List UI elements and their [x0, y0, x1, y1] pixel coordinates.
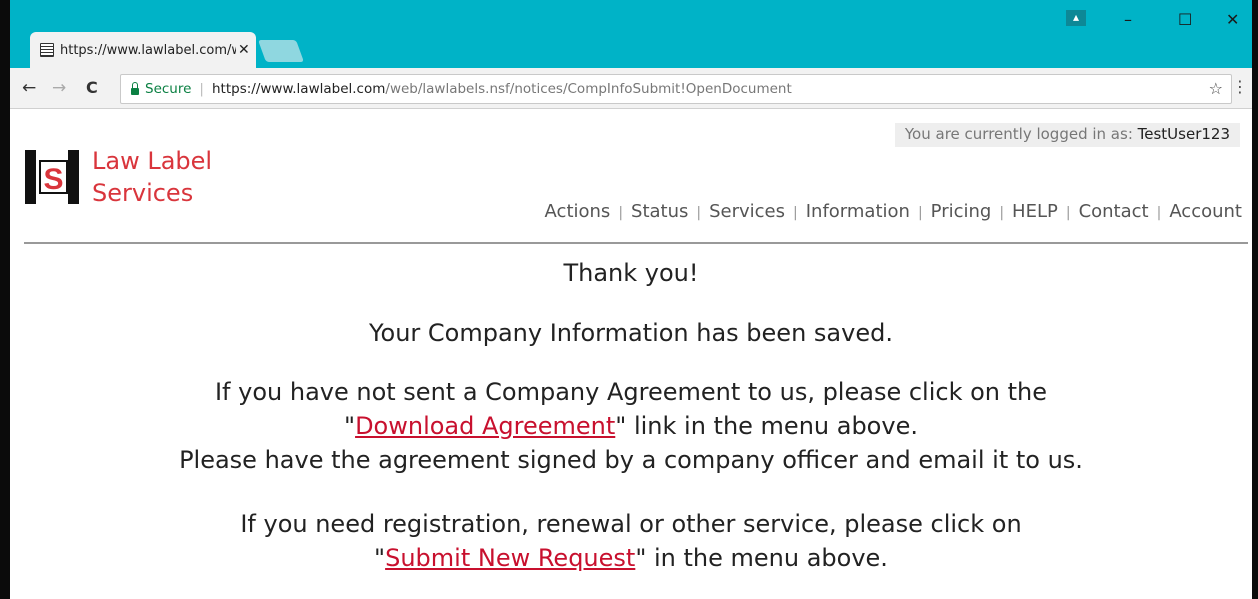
window-frame-right [1252, 0, 1258, 599]
tab-title: https://www.lawlabel.com/web/lawlabels.n… [60, 42, 236, 58]
menu-divider: | [1156, 205, 1162, 221]
menu-pricing[interactable]: Pricing [931, 201, 992, 222]
login-status: You are currently logged in as: TestUser… [894, 123, 1240, 147]
address-bar[interactable]: Secure | https://www.lawlabel.com/web/la… [120, 74, 1232, 104]
agreement-line-3: Please have the agreement signed by a co… [179, 446, 1083, 474]
browser-toolbar: ← → C Secure | https://www.lawlabel.com /… [10, 68, 1252, 109]
brand-line-1: Law Label [92, 147, 213, 175]
brand-name[interactable]: Law Label Services [92, 145, 212, 209]
request-line-1: If you need registration, renewal or oth… [240, 510, 1022, 538]
bookmark-star-icon[interactable]: ☆ [1209, 79, 1223, 98]
menu-actions[interactable]: Actions [545, 201, 611, 222]
agreement-line-1: If you have not sent a Company Agreement… [214, 378, 1048, 406]
thank-you-heading: Thank you! [563, 259, 699, 287]
menu-divider: | [696, 205, 702, 221]
menu-help[interactable]: HELP [1012, 201, 1058, 222]
law-label-logo[interactable]: S [24, 149, 80, 205]
request-line-2-suffix: " in the menu above. [635, 544, 888, 572]
agreement-line-2-suffix: " link in the menu above. [615, 412, 918, 440]
menu-divider: | [793, 205, 798, 221]
menu-information[interactable]: Information [806, 201, 910, 222]
back-icon[interactable]: ← [22, 78, 36, 98]
login-prefix: You are currently logged in as: [904, 125, 1138, 143]
url-host: https://www.lawlabel.com [211, 81, 386, 97]
menu-contact[interactable]: Contact [1079, 201, 1149, 222]
person-icon[interactable]: ▴ [1066, 10, 1086, 26]
request-line-2: "Submit New Request" in the menu above. [10, 541, 1252, 575]
lock-icon [131, 81, 139, 95]
agreement-line-2: "Download Agreement" link in the menu ab… [10, 409, 1252, 443]
menu-account[interactable]: Account [1169, 201, 1242, 222]
browser-tab[interactable]: https://www.lawlabel.com/web/lawlabels.n… [30, 32, 256, 68]
menu-divider: | [917, 205, 923, 221]
quote-open: " [344, 412, 356, 440]
forward-icon[interactable]: → [52, 78, 66, 98]
page-content: You are currently logged in as: TestUser… [10, 109, 1252, 599]
request-instructions: If you need registration, renewal or oth… [10, 507, 1252, 575]
agreement-instructions: If you have not sent a Company Agreement… [10, 375, 1252, 477]
login-username: TestUser123 [1137, 125, 1230, 143]
omnibox-divider: | [199, 81, 204, 97]
new-tab-button[interactable] [257, 40, 305, 62]
maximize-button[interactable]: ☐ [1178, 10, 1192, 29]
url-path: /web/lawlabels.nsf/notices/CompInfoSubmi… [385, 81, 792, 97]
tab-close-icon[interactable]: ✕ [238, 42, 250, 58]
download-agreement-link[interactable]: Download Agreement [355, 412, 615, 440]
chrome-menu-icon[interactable]: ⋮ [1232, 77, 1248, 96]
reload-icon[interactable]: C [86, 78, 98, 97]
quote-open: " [374, 544, 386, 572]
submit-new-request-link[interactable]: Submit New Request [385, 544, 635, 572]
main-menu: Actions | Status | Services | Information | Pric… [545, 201, 1242, 222]
brand-line-2: Services [92, 179, 194, 207]
menu-services[interactable]: Services [709, 201, 785, 222]
menu-divider: | [1065, 205, 1071, 221]
saved-message: Your Company Information has been saved. [369, 319, 893, 347]
header-divider [24, 242, 1248, 244]
secure-label: Secure [145, 81, 192, 97]
menu-status[interactable]: Status [631, 201, 688, 222]
minimize-button[interactable]: – [1124, 10, 1132, 29]
window-frame-left [0, 0, 10, 599]
logo-letter: S [43, 163, 63, 196]
page-icon [40, 43, 54, 57]
close-window-button[interactable]: ✕ [1226, 10, 1239, 29]
menu-divider: | [618, 205, 624, 221]
menu-divider: | [999, 205, 1005, 221]
